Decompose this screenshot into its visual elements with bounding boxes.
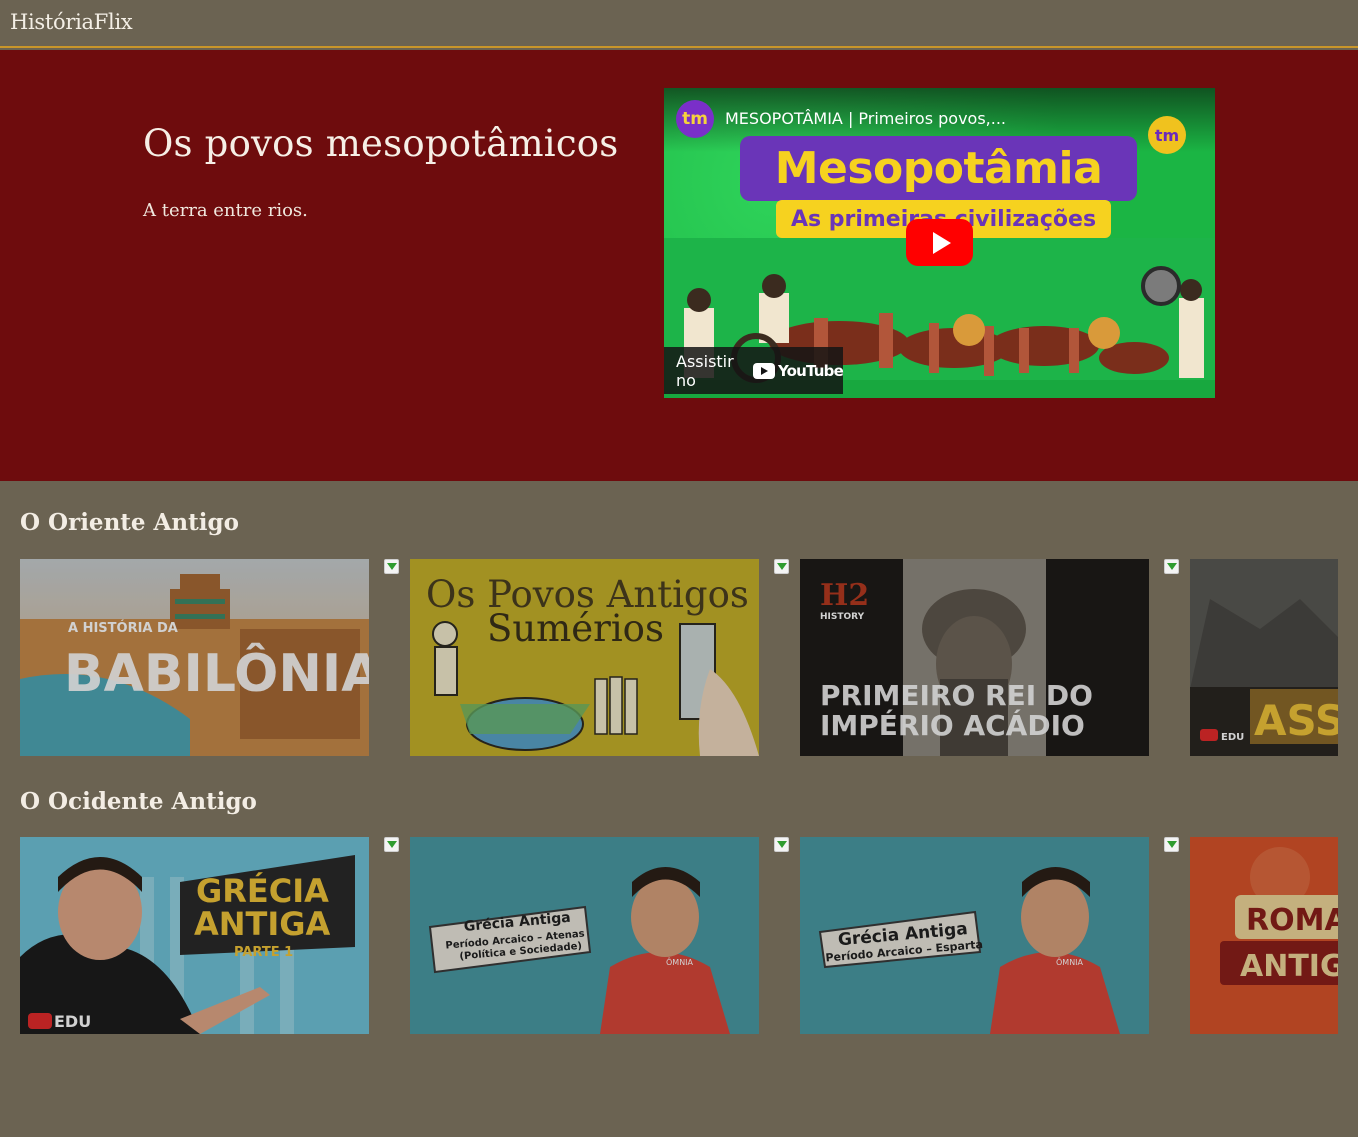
video-card[interactable]: Grécia Antiga Período Arcaico – Esparta … bbox=[800, 837, 1149, 1034]
play-button[interactable] bbox=[906, 219, 973, 266]
video-card[interactable]: GRÉCIA ANTIGA PARTE 1 EDU bbox=[20, 837, 369, 1034]
hero-title: Os povos mesopotâmicos bbox=[143, 122, 619, 165]
carousel-row-oriente: A HISTÓRIA DA BABILÔNIA Os Povos Antigos… bbox=[20, 559, 1338, 756]
play-icon bbox=[932, 231, 951, 254]
download-arrow-icon bbox=[1166, 563, 1177, 570]
download-button[interactable] bbox=[384, 559, 399, 574]
video-card[interactable]: Os Povos Antigos Sumérios bbox=[410, 559, 759, 756]
watch-on-youtube-button[interactable]: Assistir no YouTube bbox=[664, 347, 844, 394]
thumbnail-heading: Mesopotâmia bbox=[740, 136, 1137, 201]
download-arrow-icon bbox=[1166, 841, 1177, 848]
top-navbar: HistóriaFlix bbox=[0, 0, 1358, 48]
video-card[interactable]: H2 HISTORY PRIMEIRO REI DO IMPÉRIO ACÁDI… bbox=[800, 559, 1149, 756]
section-title-ocidente: O Ocidente Antigo bbox=[20, 788, 257, 815]
hero-subtitle: A terra entre rios. bbox=[143, 200, 308, 221]
youtube-logo: YouTube bbox=[752, 361, 844, 380]
video-title[interactable]: MESOPOTÂMIA | Primeiros povos,... bbox=[725, 109, 1006, 128]
download-button[interactable] bbox=[1164, 559, 1179, 574]
video-card[interactable]: ASS EDU bbox=[1190, 559, 1338, 756]
video-card[interactable]: A HISTÓRIA DA BABILÔNIA bbox=[20, 559, 369, 756]
hero-banner: Os povos mesopotâmicos A terra entre rio… bbox=[0, 50, 1358, 481]
download-button[interactable] bbox=[384, 837, 399, 852]
youtube-play-icon bbox=[752, 362, 775, 379]
download-button[interactable] bbox=[774, 837, 789, 852]
channel-corner-logo: tm bbox=[1148, 116, 1186, 154]
download-arrow-icon bbox=[776, 841, 787, 848]
youtube-wordmark: YouTube bbox=[777, 361, 844, 380]
section-title-oriente: O Oriente Antigo bbox=[20, 509, 239, 536]
download-arrow-icon bbox=[386, 841, 397, 848]
download-arrow-icon bbox=[386, 563, 397, 570]
embedded-video-player[interactable]: tm MESOPOTÂMIA | Primeiros povos,... tm … bbox=[664, 88, 1215, 398]
download-arrow-icon bbox=[776, 563, 787, 570]
watch-on-label: Assistir no bbox=[676, 351, 734, 390]
download-button[interactable] bbox=[774, 559, 789, 574]
carousel-row-ocidente: GRÉCIA ANTIGA PARTE 1 EDU Grécia Antiga … bbox=[20, 837, 1338, 1034]
download-button[interactable] bbox=[1164, 837, 1179, 852]
video-card[interactable]: ROMA ANTIG bbox=[1190, 837, 1338, 1034]
video-card[interactable]: Grécia Antiga Período Arcaico – Atenas (… bbox=[410, 837, 759, 1034]
channel-avatar[interactable]: tm bbox=[676, 100, 714, 138]
brand-logo[interactable]: HistóriaFlix bbox=[10, 10, 133, 34]
